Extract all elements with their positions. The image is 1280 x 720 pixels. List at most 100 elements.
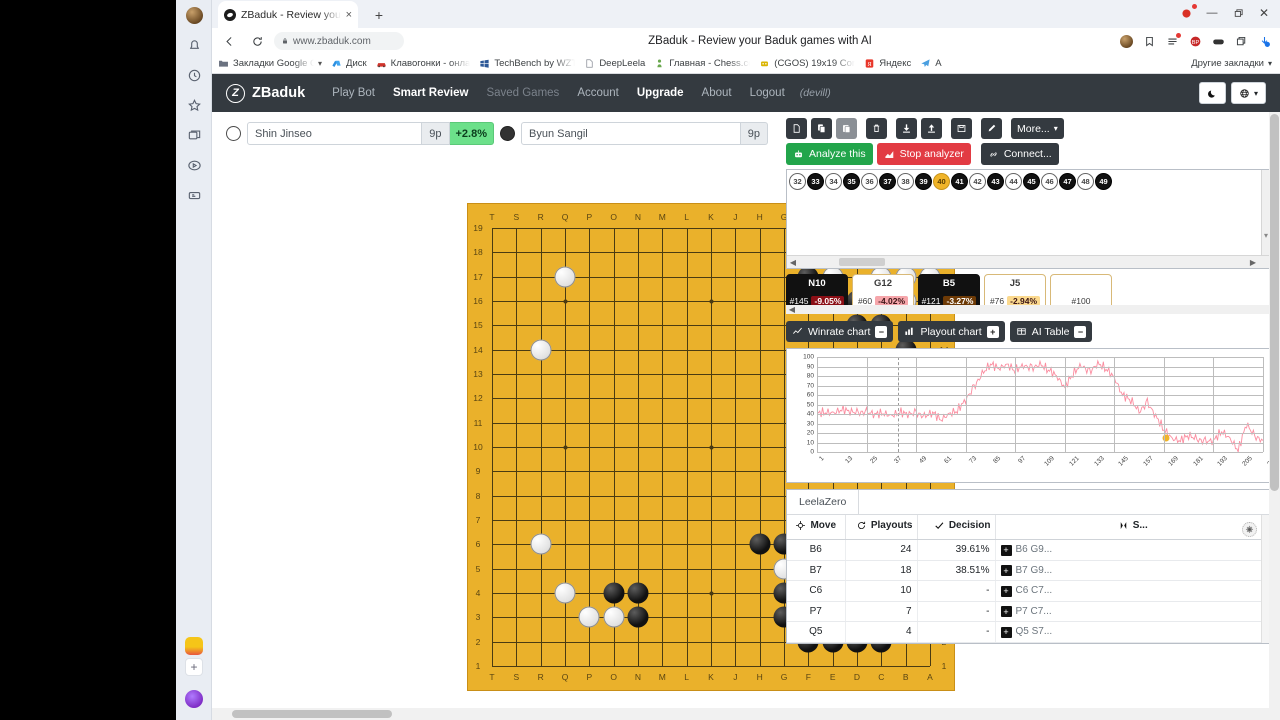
reload-icon[interactable] bbox=[246, 30, 268, 52]
winrate-chart-toggle[interactable]: Winrate chart − bbox=[786, 321, 894, 342]
expand-variation-icon[interactable]: + bbox=[1000, 585, 1012, 597]
expand-variation-icon[interactable]: + bbox=[1000, 626, 1012, 638]
bookmark-item[interactable]: (CGOS) 19x19 Com bbox=[759, 58, 855, 69]
move-tree-node[interactable]: 49 bbox=[1095, 173, 1112, 190]
move-tree-node[interactable]: 34 bbox=[825, 173, 842, 190]
page-hscrollbar[interactable] bbox=[212, 708, 1280, 720]
avatar[interactable] bbox=[176, 0, 212, 30]
hscroll-thumb[interactable] bbox=[839, 258, 885, 266]
back-icon[interactable] bbox=[218, 30, 240, 52]
white-stone[interactable] bbox=[603, 606, 625, 628]
col-variation[interactable]: S... bbox=[995, 515, 1271, 540]
nav-smart-review[interactable]: Smart Review bbox=[384, 87, 477, 99]
bookmark-item[interactable]: TechBench by WZT bbox=[479, 58, 575, 69]
white-stone[interactable] bbox=[578, 606, 600, 628]
bookmarks-caret-icon[interactable]: ▾ bbox=[318, 59, 322, 68]
close-tab-icon[interactable]: × bbox=[346, 9, 352, 21]
mistakes-hscrollbar[interactable]: ◀ bbox=[786, 305, 1272, 314]
table-row[interactable]: Q5 4- + Q5 S7... bbox=[787, 621, 1271, 643]
language-button[interactable]: ▾ bbox=[1230, 82, 1266, 104]
col-playouts[interactable]: Playouts bbox=[845, 515, 918, 540]
move-tree-node[interactable]: 43 bbox=[987, 173, 1004, 190]
gear-icon[interactable] bbox=[1242, 522, 1257, 537]
notifications-icon[interactable] bbox=[176, 30, 212, 60]
bookmark-item[interactable]: DeepLeela bbox=[584, 58, 645, 69]
add-sidebar-button[interactable]: + bbox=[185, 658, 203, 676]
move-tree[interactable]: 32 33 34 35 36 37 38 39 40 41 42 43 44 45 46 47 48 49 ▾ ◀… bbox=[786, 169, 1272, 269]
address-bar[interactable]: www.zbaduk.com bbox=[274, 32, 404, 50]
expand-variation-icon[interactable]: + bbox=[1000, 544, 1012, 556]
reading-list-icon[interactable]: BP bbox=[1185, 31, 1205, 51]
copy-button[interactable] bbox=[811, 118, 832, 139]
ai-table[interactable]: LeelaZero Move Playouts Decision S... B6… bbox=[786, 489, 1272, 644]
white-player-name[interactable]: Shin Jinseo bbox=[247, 122, 423, 145]
move-tree-node[interactable]: 40 bbox=[933, 173, 950, 190]
move-tree-node[interactable]: 39 bbox=[915, 173, 932, 190]
extension-red-icon[interactable] bbox=[1174, 2, 1198, 24]
move-tree-node[interactable]: 47 bbox=[1059, 173, 1076, 190]
move-tree-node[interactable]: 36 bbox=[861, 173, 878, 190]
move-tree-node[interactable]: 38 bbox=[897, 173, 914, 190]
bookmarks-star-icon[interactable] bbox=[176, 90, 212, 120]
move-tree-node[interactable]: 48 bbox=[1077, 173, 1094, 190]
bookmark-item[interactable]: Диск bbox=[331, 58, 367, 69]
gamepad-icon[interactable] bbox=[1208, 31, 1228, 51]
black-stone[interactable] bbox=[627, 582, 649, 604]
move-tree-node[interactable]: 33 bbox=[807, 173, 824, 190]
bookmark-item[interactable]: Клавогонки - онла bbox=[376, 58, 470, 69]
expand-variation-icon[interactable]: + bbox=[1000, 565, 1012, 576]
nav-upgrade[interactable]: Upgrade bbox=[628, 87, 693, 99]
white-stone[interactable] bbox=[554, 266, 576, 288]
menu-icon[interactable] bbox=[1162, 31, 1182, 51]
black-stone[interactable] bbox=[627, 606, 649, 628]
tabs-icon[interactable] bbox=[176, 120, 212, 150]
history-icon[interactable] bbox=[176, 60, 212, 90]
analyze-button[interactable]: Analyze this bbox=[786, 143, 873, 165]
bookmark-item[interactable]: Я Яндекс bbox=[864, 58, 911, 69]
white-stone[interactable] bbox=[530, 339, 552, 361]
collapse-toggle[interactable]: − bbox=[875, 325, 888, 338]
brand-logo[interactable]: Z ZBaduk bbox=[226, 83, 305, 103]
move-tree-node[interactable]: 45 bbox=[1023, 173, 1040, 190]
scroll-left-arrow-icon[interactable]: ◀ bbox=[787, 258, 799, 267]
bookmark-item[interactable]: Главная - Chess.co bbox=[654, 58, 750, 69]
table-row[interactable]: B7 18 38.51% + B7 G9... bbox=[787, 560, 1271, 581]
nav-logout[interactable]: Logout bbox=[741, 87, 794, 99]
stop-analyzer-button[interactable]: Stop analyzer bbox=[876, 143, 971, 165]
expand-toggle[interactable]: + bbox=[986, 325, 999, 338]
move-tree-node[interactable]: 46 bbox=[1041, 173, 1058, 190]
page-scrollbar[interactable] bbox=[1269, 112, 1280, 720]
collapse-toggle[interactable]: − bbox=[1074, 325, 1087, 338]
nav-play-bot[interactable]: Play Bot bbox=[323, 87, 384, 99]
page-hscroll-thumb[interactable] bbox=[232, 710, 392, 718]
nav-about[interactable]: About bbox=[693, 87, 741, 99]
new-tab-button[interactable]: + bbox=[368, 4, 390, 26]
col-move[interactable]: Move bbox=[787, 515, 846, 540]
white-stone[interactable] bbox=[530, 533, 552, 555]
downloads-icon[interactable] bbox=[1254, 31, 1274, 51]
connect-button[interactable]: Connect... bbox=[980, 143, 1059, 165]
upload-button[interactable] bbox=[921, 118, 942, 139]
nav-account[interactable]: Account bbox=[568, 87, 628, 99]
scroll-left-arrow-icon[interactable]: ◀ bbox=[786, 305, 798, 314]
minimize-button[interactable]: — bbox=[1200, 2, 1224, 24]
profile-avatar-icon[interactable] bbox=[1116, 31, 1136, 51]
move-tree-node[interactable]: 35 bbox=[843, 173, 860, 190]
col-decision[interactable]: Decision bbox=[917, 515, 996, 540]
scroll-right-arrow-icon[interactable]: ▶ bbox=[1247, 258, 1259, 267]
expand-variation-icon[interactable]: + bbox=[1000, 606, 1012, 617]
ai-table-toggle[interactable]: AI Table − bbox=[1009, 321, 1093, 342]
table-row[interactable]: B6 24 39.61% + B6 G9... bbox=[787, 539, 1271, 561]
download-button[interactable] bbox=[896, 118, 917, 139]
close-window-button[interactable]: ✕ bbox=[1252, 2, 1276, 24]
notes-icon[interactable] bbox=[176, 180, 212, 210]
collections-icon[interactable] bbox=[1231, 31, 1251, 51]
move-tree-node[interactable]: 44 bbox=[1005, 173, 1022, 190]
page-scroll-thumb[interactable] bbox=[1270, 114, 1279, 491]
color-swatch-icon[interactable] bbox=[185, 637, 203, 655]
bookmark-item[interactable]: Закладки Google Chrom bbox=[218, 58, 314, 69]
move-tree-node[interactable]: 37 bbox=[879, 173, 896, 190]
move-tree-node[interactable]: 41 bbox=[951, 173, 968, 190]
new-file-button[interactable] bbox=[786, 118, 807, 139]
maximize-button[interactable] bbox=[1226, 2, 1250, 24]
